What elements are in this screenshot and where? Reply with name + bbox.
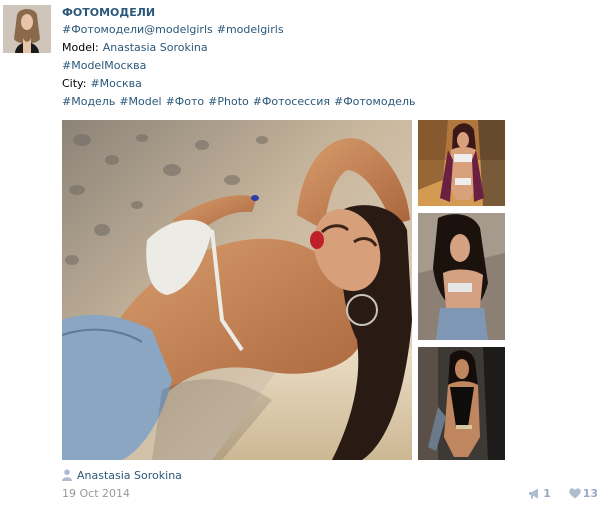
repost-button[interactable]: 1 [528,486,551,502]
avatar-photo [3,5,51,53]
post-actions: 1 13 [514,486,598,502]
like-count: 13 [582,487,598,500]
thumbnail-photo-2-image [418,213,505,340]
hashtag-link[interactable]: #Model [119,95,161,108]
hashtag-link[interactable]: #Photo [208,95,249,108]
hashtag-link[interactable]: #ModelМосква [62,59,146,72]
post-date[interactable]: 19 Oct 2014 [62,487,130,501]
repost-count: 1 [543,487,551,500]
tags-line-2: #Модель #Model #Фото #Photo #Фотосессия #Фото… [62,93,602,111]
model-moscow-line: #ModelМосква [62,57,602,75]
model-label: Model: [62,41,99,54]
main-photo[interactable] [62,120,412,460]
group-avatar[interactable] [3,5,51,53]
thumbnail-photo-1-image [418,120,505,206]
thumbnail-photo-3-image [418,347,505,460]
hashtag-link[interactable]: #Фотомодели@modelgirls [62,23,213,36]
model-line: Model: Anastasia Sorokina [62,39,602,57]
megaphone-icon [529,488,539,499]
thumbnail-photo-1[interactable] [418,120,505,206]
main-photo-image [62,120,412,460]
tags-line-1: #Фотомодели@modelgirls #modelgirls [62,21,602,39]
person-icon [62,469,72,481]
like-button[interactable]: 13 [568,486,598,502]
hashtag-link[interactable]: #Фотомодель [334,95,415,108]
hashtag-link[interactable]: #Фотосессия [253,95,330,108]
post-author: Anastasia Sorokina [62,469,182,483]
author-name-link[interactable]: Anastasia Sorokina [77,469,182,482]
group-name-link[interactable]: ФОТОМОДЕЛИ [62,5,602,21]
city-label: City: [62,77,87,90]
post-header: ФОТОМОДЕЛИ #Фотомодели@modelgirls #modelg… [62,5,602,111]
hashtag-link[interactable]: #modelgirls [217,23,284,36]
heart-icon [568,488,581,499]
model-name-link[interactable]: Anastasia Sorokina [103,41,208,54]
hashtag-link[interactable]: #Фото [166,95,205,108]
city-line: City: #Москва [62,75,602,93]
thumbnail-photo-2[interactable] [418,213,505,340]
city-hashtag-link[interactable]: #Москва [90,77,141,90]
hashtag-link[interactable]: #Модель [62,95,115,108]
thumbnail-photo-3[interactable] [418,347,505,460]
